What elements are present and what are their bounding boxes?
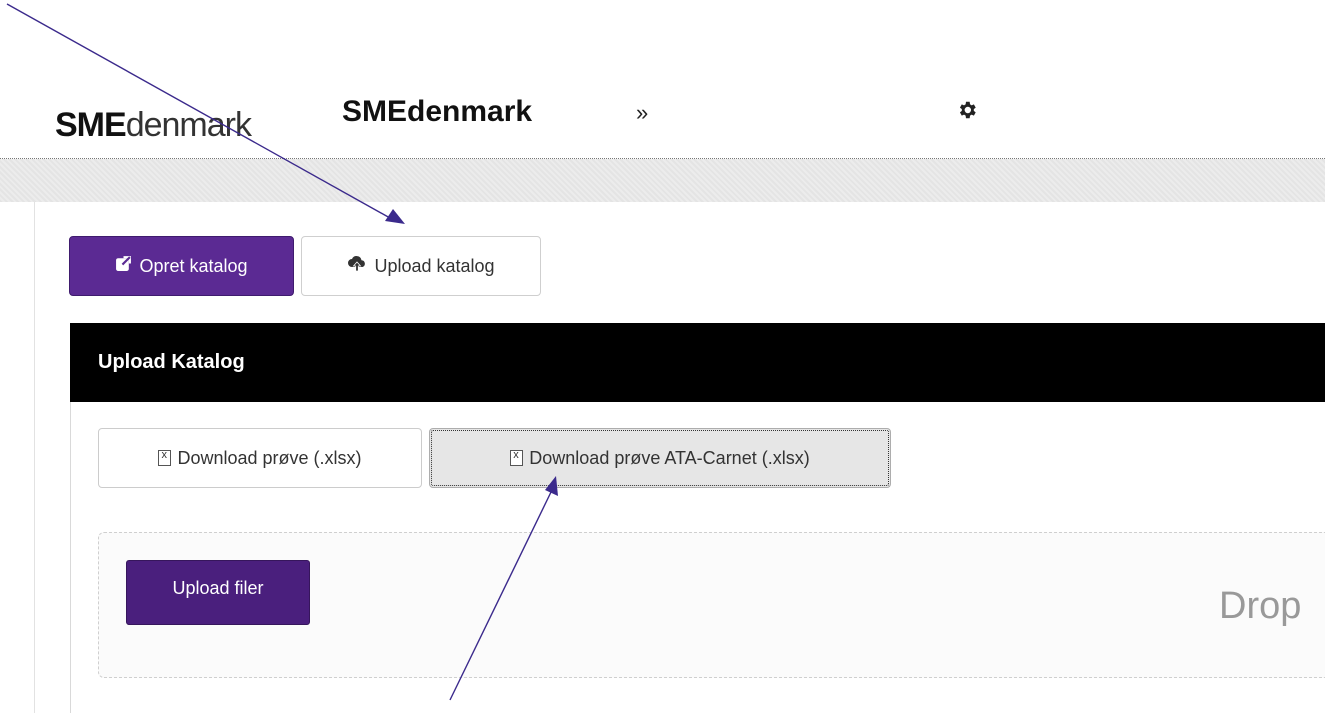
cloud-upload-icon: [347, 255, 367, 277]
excel-file-icon: [158, 449, 172, 466]
gear-icon[interactable]: [956, 99, 978, 126]
create-catalog-button[interactable]: Opret katalog: [69, 236, 294, 296]
download-ata-carnet-button[interactable]: Download prøve ATA-Carnet (.xlsx): [429, 428, 891, 488]
page-title: SMEdenmark: [342, 95, 533, 128]
logo-bold-text: SME: [55, 106, 127, 144]
upload-catalog-label: Upload katalog: [374, 255, 495, 276]
excel-file-icon: [510, 449, 524, 466]
panel-title: Upload Katalog: [98, 351, 245, 373]
upload-files-button[interactable]: Upload filer: [126, 560, 310, 625]
breadcrumb-separator: »: [636, 100, 649, 125]
pattern-band: [0, 159, 1325, 202]
download-ata-carnet-label: Download prøve ATA-Carnet (.xlsx): [529, 447, 810, 468]
download-sample-button[interactable]: Download prøve (.xlsx): [98, 428, 422, 488]
external-link-icon: [115, 255, 132, 277]
top-header: SMEdenmark SMEdenmark »: [0, 0, 1325, 158]
panel-header: Upload Katalog: [70, 323, 1325, 402]
upload-files-label: Upload filer: [172, 578, 264, 598]
dropzone-text: Drop: [1219, 585, 1302, 627]
upload-catalog-button[interactable]: Upload katalog: [301, 236, 541, 296]
create-catalog-label: Opret katalog: [139, 255, 248, 276]
smedenmark-logo[interactable]: SMEdenmark: [55, 106, 252, 145]
download-sample-label: Download prøve (.xlsx): [177, 447, 362, 468]
logo-light-text: denmark: [125, 106, 252, 144]
